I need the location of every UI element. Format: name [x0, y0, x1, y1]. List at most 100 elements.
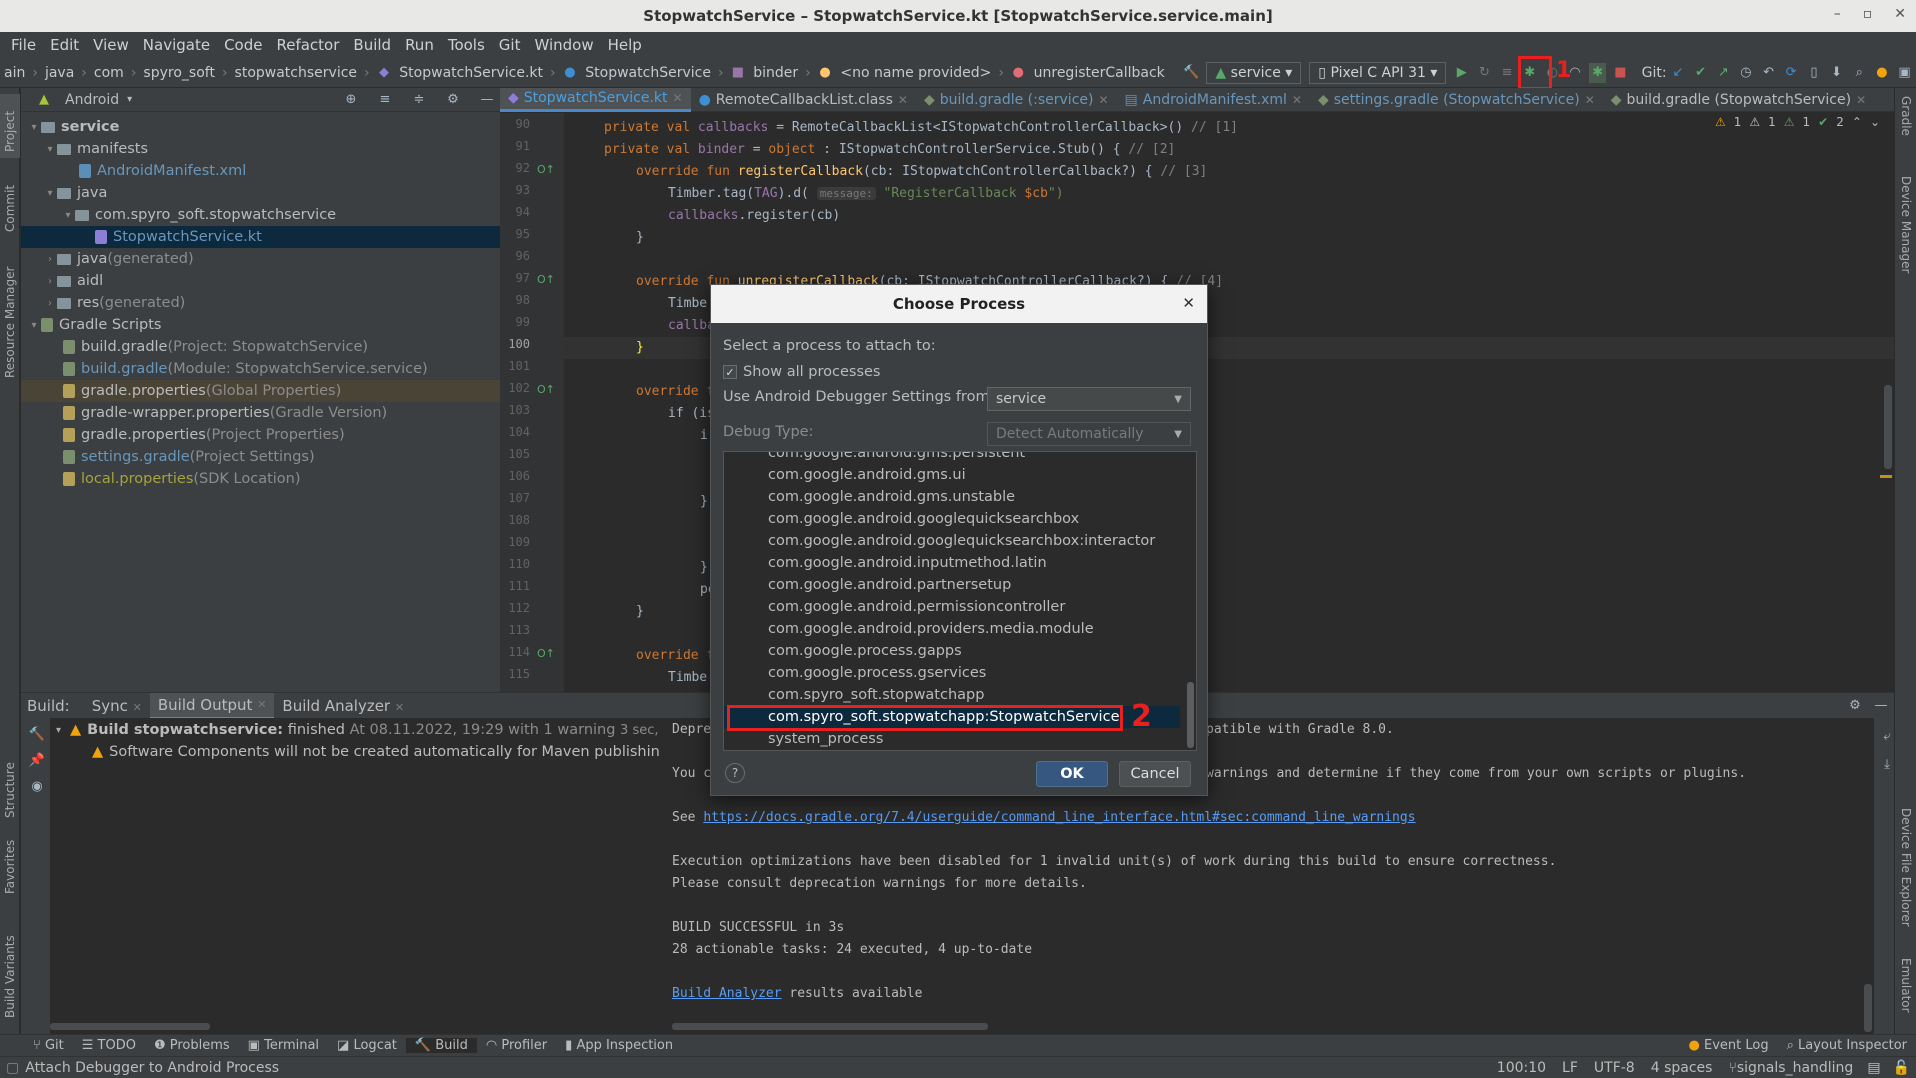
menu-git[interactable]: Git	[492, 36, 528, 54]
toolwindow-layout-inspector[interactable]: ⌕ Layout Inspector	[1778, 1038, 1916, 1053]
tree-item-gradle-properties-global[interactable]: gradle.properties (Global Properties)	[21, 380, 500, 402]
stripe-structure[interactable]: Structure	[3, 762, 17, 818]
maximize-button[interactable]: ▫	[1863, 6, 1873, 22]
tree-item-aidl[interactable]: › aidl	[21, 270, 500, 292]
tree-item-manifests[interactable]: ▾ manifests	[21, 138, 500, 160]
close-icon[interactable]: ✕	[1292, 93, 1302, 107]
tab-build-gradle-service[interactable]: ◆ build.gradle (:service) ✕	[916, 88, 1117, 112]
breadcrumb-item[interactable]: java	[41, 65, 78, 81]
menu-tools[interactable]: Tools	[441, 36, 492, 54]
apply-changes-icon[interactable]: ↻	[1476, 63, 1493, 83]
inspection-widget[interactable]: ⚠ 1 ⚠ 1 ⚠ 1 ✔ 2 ⌃ ⌄	[1715, 115, 1880, 129]
collapse-all-icon[interactable]: ≑	[409, 90, 429, 110]
status-layout-icon[interactable]: ▢	[0, 1060, 25, 1076]
toolwindow-app-inspection[interactable]: ▮ App Inspection	[556, 1038, 682, 1053]
gear-icon[interactable]: ⚙	[443, 90, 463, 110]
tree-item-gradle-wrapper-properties[interactable]: gradle-wrapper.properties (Gradle Versio…	[21, 402, 500, 424]
menu-window[interactable]: Window	[527, 36, 600, 54]
tree-item-gradle-scripts[interactable]: ▾ Gradle Scripts	[21, 314, 500, 336]
process-item[interactable]: com.google.android.gms.persistent	[724, 452, 1180, 464]
process-item[interactable]: system_process	[724, 728, 1180, 750]
tree-item-java[interactable]: ▾ java	[21, 182, 500, 204]
gradle-docs-link[interactable]: https://docs.gradle.org/7.4/userguide/co…	[703, 810, 1415, 825]
git-push-icon[interactable]: ↗	[1715, 63, 1732, 83]
attach-debugger-icon[interactable]: ✱	[1589, 62, 1607, 83]
process-item[interactable]: com.google.android.inputmethod.latin	[724, 552, 1180, 574]
breadcrumb-item[interactable]: com	[90, 65, 128, 81]
stripe-project[interactable]: Project	[3, 111, 17, 152]
override-marker-icon[interactable]: O↑	[537, 383, 555, 396]
tab-build-output[interactable]: Build Output ✕	[149, 692, 275, 719]
line-separator[interactable]: LF	[1554, 1060, 1586, 1076]
tab-settings-gradle[interactable]: ◆ settings.gradle (StopwatchService) ✕	[1310, 88, 1603, 112]
tree-item-androidmanifest[interactable]: AndroidManifest.xml	[21, 160, 500, 182]
tab-androidmanifest[interactable]: ▤ AndroidManifest.xml ✕	[1117, 88, 1310, 112]
chevron-down-icon[interactable]: ▾	[127, 94, 132, 105]
menu-code[interactable]: Code	[217, 36, 269, 54]
breadcrumb-item[interactable]: ain	[0, 65, 29, 81]
breadcrumb-item[interactable]: <no name provided>	[836, 65, 995, 81]
close-icon[interactable]: ✕	[1585, 93, 1595, 107]
device-manager-icon[interactable]: ▯	[1806, 63, 1823, 83]
process-item[interactable]: com.google.process.gapps	[724, 640, 1180, 662]
stripe-build-variants[interactable]: Build Variants	[3, 935, 17, 1018]
project-view-selector[interactable]: Android	[65, 92, 119, 108]
toolwindow-event-log[interactable]: ● Event Log	[1680, 1038, 1778, 1053]
process-item[interactable]: com.google.android.gms.ui	[724, 464, 1180, 486]
breadcrumb-item[interactable]: binder	[749, 65, 802, 81]
apply-code-changes-icon[interactable]: ≡	[1499, 63, 1516, 83]
stop-icon[interactable]: ■	[1612, 63, 1629, 83]
settings-icon[interactable]: ▣	[1896, 63, 1913, 83]
soft-wrap-icon[interactable]: ⤶	[1877, 726, 1897, 746]
process-item[interactable]: com.google.android.gms.unstable	[724, 486, 1180, 508]
tree-item-build-gradle-project[interactable]: build.gradle (Project: StopwatchService)	[21, 336, 500, 358]
override-marker-icon[interactable]: O↑	[537, 647, 555, 660]
search-icon[interactable]: ⌕	[1851, 63, 1868, 83]
toolwindow-terminal[interactable]: ▣ Terminal	[239, 1038, 328, 1053]
close-icon[interactable]: ✕	[133, 701, 142, 714]
tree-item-java-generated[interactable]: › java (generated)	[21, 248, 500, 270]
close-icon[interactable]: ✕	[898, 93, 908, 107]
scroll-to-end-icon[interactable]: ⤓	[1877, 754, 1897, 774]
cancel-button[interactable]: Cancel	[1119, 761, 1191, 787]
process-item[interactable]: com.google.android.googlequicksearchbox	[724, 508, 1180, 530]
menu-refactor[interactable]: Refactor	[269, 36, 346, 54]
breadcrumb-item[interactable]: StopwatchService	[581, 65, 715, 81]
tree-item-package[interactable]: ▾ com.spyro_soft.stopwatchservice	[21, 204, 500, 226]
menu-navigate[interactable]: Navigate	[136, 36, 217, 54]
horizontal-scrollbar[interactable]	[672, 1023, 988, 1030]
tab-remotecallbacklist[interactable]: ● RemoteCallbackList.class ✕	[691, 88, 916, 112]
menu-view[interactable]: View	[86, 36, 136, 54]
close-icon[interactable]: ✕	[257, 698, 266, 711]
menu-run[interactable]: Run	[398, 36, 441, 54]
git-update-icon[interactable]: ↙	[1670, 63, 1687, 83]
hide-icon[interactable]: —	[1871, 696, 1891, 716]
caret-position[interactable]: 100:10	[1489, 1060, 1554, 1076]
build-analyzer-link[interactable]: Build Analyzer	[672, 986, 782, 1001]
build-task-row[interactable]: ▾ ▲ Build stopwatchservice: finished At …	[56, 722, 711, 738]
tree-item-gradle-properties-project[interactable]: gradle.properties (Project Properties)	[21, 424, 500, 446]
build-hammer-icon[interactable]: 🔨	[27, 724, 47, 744]
pin-icon[interactable]: 📌	[27, 750, 47, 770]
lock-icon[interactable]: 🔓	[1887, 1060, 1916, 1076]
process-item[interactable]: com.google.process.gservices	[724, 662, 1180, 684]
stripe-favorites[interactable]: Favorites	[3, 840, 17, 894]
process-item[interactable]: com.google.android.partnersetup	[724, 574, 1180, 596]
breadcrumb-item[interactable]: unregisterCallback	[1030, 65, 1169, 81]
help-button[interactable]: ?	[725, 763, 745, 783]
close-icon[interactable]: ✕	[395, 701, 404, 714]
file-encoding[interactable]: UTF-8	[1586, 1060, 1643, 1076]
editor-scrollbar[interactable]	[1884, 385, 1892, 469]
stripe-device-file-explorer[interactable]: Device File Explorer	[1899, 808, 1913, 927]
locate-icon[interactable]: ⊕	[341, 90, 361, 110]
toolwindow-git[interactable]: ⑂ Git	[24, 1038, 73, 1053]
hide-icon[interactable]: —	[477, 90, 497, 110]
show-all-processes-checkbox[interactable]: ✓ Show all processes	[723, 364, 880, 380]
menu-file[interactable]: File	[4, 36, 43, 54]
process-item[interactable]: com.google.android.providers.media.modul…	[724, 618, 1180, 640]
stripe-commit[interactable]: Commit	[3, 185, 17, 232]
toolwindow-profiler[interactable]: ◠ Profiler	[477, 1038, 556, 1053]
tree-item-settings-gradle[interactable]: settings.gradle (Project Settings)	[21, 446, 500, 468]
breadcrumb-item[interactable]: stopwatchservice	[231, 65, 361, 81]
menu-help[interactable]: Help	[601, 36, 649, 54]
